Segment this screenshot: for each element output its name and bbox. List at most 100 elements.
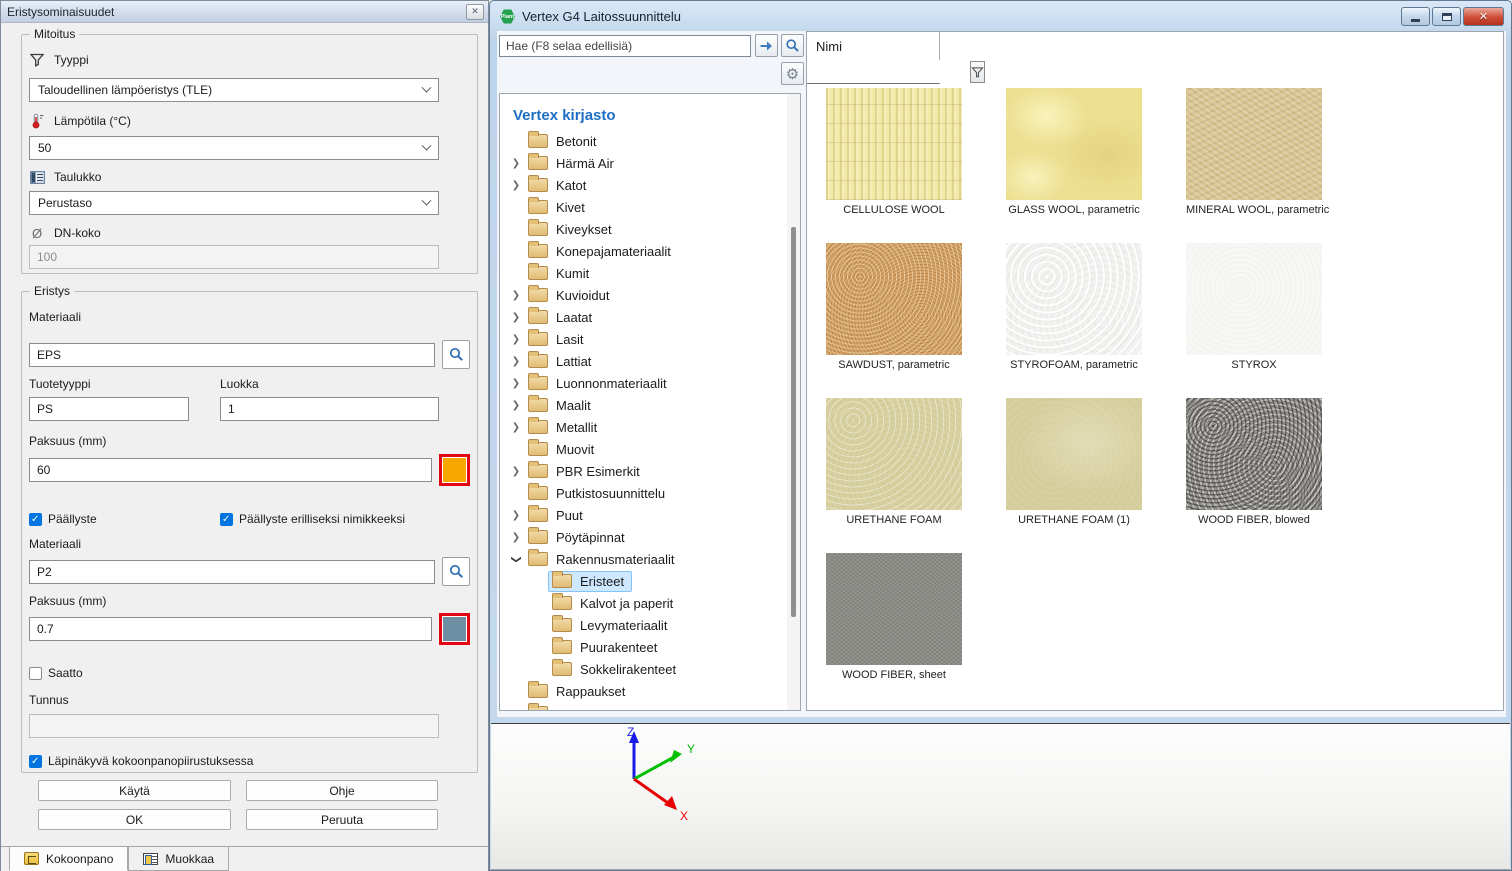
- tree-item[interactable]: ❯ Lattiat: [500, 350, 800, 372]
- chevron-icon[interactable]: ❯: [508, 290, 524, 301]
- luokka-input[interactable]: [220, 397, 439, 421]
- paallyste-erillinen-checkbox[interactable]: Päällyste erilliseksi nimikkeeksi: [220, 512, 405, 526]
- material-thumbnail[interactable]: [1006, 88, 1142, 200]
- chevron-icon[interactable]: ❯: [508, 510, 524, 521]
- tree-scrollbar[interactable]: [787, 94, 800, 710]
- tree-item[interactable]: ❯ Pöytäpinnat: [500, 526, 800, 548]
- material-thumbnail[interactable]: [826, 243, 962, 355]
- tree-item[interactable]: Levymateriaalit: [500, 614, 800, 636]
- material-thumbnail[interactable]: [1186, 243, 1322, 355]
- chevron-icon[interactable]: ❯: [508, 532, 524, 543]
- tree-item[interactable]: Eristeet: [500, 570, 800, 592]
- close-button[interactable]: [1463, 7, 1504, 26]
- material-thumbnail[interactable]: [1186, 398, 1322, 510]
- material-item[interactable]: MINERAL WOOL, parametric: [1186, 88, 1366, 243]
- material-thumbnail[interactable]: [826, 398, 962, 510]
- tree-item[interactable]: Kalvot ja paperit: [500, 592, 800, 614]
- tree-item[interactable]: Rappaukset: [500, 680, 800, 702]
- tree-item[interactable]: Betonit: [500, 130, 800, 152]
- tree-item[interactable]: ❯ Metallit: [500, 416, 800, 438]
- material-search-button[interactable]: [442, 340, 470, 369]
- search-go-button[interactable]: [755, 34, 778, 57]
- tree-item[interactable]: ❯ Luonnonmateriaalit: [500, 372, 800, 394]
- scrollbar-thumb[interactable]: [791, 227, 796, 617]
- dialog-titlebar[interactable]: Eristysominaisuudet: [1, 1, 488, 23]
- material-item[interactable]: CELLULOSE WOOL: [826, 88, 1006, 243]
- saatto-checkbox[interactable]: Saatto: [29, 666, 83, 680]
- chevron-icon[interactable]: ❯: [508, 334, 524, 345]
- material-item[interactable]: GLASS WOOL, parametric: [1006, 88, 1186, 243]
- tree-item[interactable]: ❯ Laatat: [500, 306, 800, 328]
- tab-kokoonpano[interactable]: Kokoonpano: [9, 847, 128, 871]
- material-thumbnail[interactable]: [1006, 243, 1142, 355]
- tree-item[interactable]: Kiveykset: [500, 218, 800, 240]
- maximize-button[interactable]: [1432, 7, 1461, 26]
- chevron-icon[interactable]: ❯: [508, 466, 524, 477]
- lapinakyva-checkbox[interactable]: Läpinäkyvä kokoonpanopiirustuksessa: [29, 754, 253, 768]
- search-input[interactable]: [499, 35, 751, 57]
- paallyste-checkbox[interactable]: Päällyste: [29, 512, 190, 526]
- name-filter-input[interactable]: [807, 60, 970, 83]
- lampotila-select[interactable]: 50: [29, 136, 439, 160]
- peruuta-button[interactable]: Peruuta: [246, 809, 438, 830]
- ok-button[interactable]: OK: [38, 809, 231, 830]
- vertex-plant-logo-icon: Plant: [500, 9, 515, 24]
- chevron-icon[interactable]: ❯: [508, 356, 524, 367]
- chevron-icon[interactable]: ❯: [508, 400, 524, 411]
- search-button[interactable]: [781, 34, 804, 57]
- materiaali-input[interactable]: [29, 343, 435, 367]
- chevron-icon[interactable]: ❯: [508, 180, 524, 191]
- coating-color-swatch[interactable]: [439, 613, 471, 645]
- coating-paksuus-input[interactable]: [29, 617, 432, 641]
- material-item[interactable]: SAWDUST, parametric: [826, 243, 1006, 398]
- tree-item[interactable]: Putkistosuunnittelu: [500, 482, 800, 504]
- material-item[interactable]: STYROX: [1186, 243, 1366, 398]
- window-titlebar[interactable]: Plant Vertex G4 Laitossuunnittelu: [491, 3, 1510, 30]
- tree-item[interactable]: ❯ Lasit: [500, 328, 800, 350]
- tree-item[interactable]: ❯ Härmä Air: [500, 152, 800, 174]
- name-column-header[interactable]: Nimi: [807, 32, 940, 84]
- chevron-icon[interactable]: ❯: [508, 422, 524, 433]
- tree-item[interactable]: Konepajamateriaalit: [500, 240, 800, 262]
- tree-item[interactable]: ❯ Puut: [500, 504, 800, 526]
- tree-item[interactable]: ❯ Rakennusmateriaalit: [500, 548, 800, 570]
- gear-icon[interactable]: [781, 62, 804, 85]
- coating-search-button[interactable]: [442, 557, 470, 586]
- tree-item[interactable]: Sokkelirakenteet: [500, 658, 800, 680]
- tuotetyyppi-input[interactable]: [29, 397, 189, 421]
- ohje-button[interactable]: Ohje: [246, 780, 438, 801]
- tree-item[interactable]: ❯ Kuvioidut: [500, 284, 800, 306]
- tree-item[interactable]: Kumit: [500, 262, 800, 284]
- tree-item[interactable]: Kivet: [500, 196, 800, 218]
- material-thumbnail[interactable]: [826, 553, 962, 665]
- chevron-icon[interactable]: ❯: [511, 551, 522, 567]
- material-item[interactable]: URETHANE FOAM (1): [1006, 398, 1186, 553]
- close-icon[interactable]: [466, 4, 484, 20]
- tree-item[interactable]: ❯ PBR Esimerkit: [500, 460, 800, 482]
- chevron-icon[interactable]: ❯: [508, 378, 524, 389]
- material-thumbnail[interactable]: [1186, 88, 1322, 200]
- paksuus-input[interactable]: [29, 458, 432, 482]
- material-item[interactable]: STYROFOAM, parametric: [1006, 243, 1186, 398]
- chevron-icon[interactable]: ❯: [508, 158, 524, 169]
- material-item[interactable]: WOOD FIBER, sheet: [826, 553, 1006, 708]
- material-thumbnail[interactable]: [826, 88, 962, 200]
- tree-item[interactable]: [500, 702, 800, 711]
- chevron-icon[interactable]: ❯: [508, 312, 524, 323]
- tyyppi-select[interactable]: Taloudellinen lämpöeristys (TLE): [29, 78, 439, 102]
- tree-item[interactable]: Puurakenteet: [500, 636, 800, 658]
- tree-item[interactable]: ❯ Katot: [500, 174, 800, 196]
- taulukko-select[interactable]: Perustaso: [29, 191, 439, 215]
- model-viewport[interactable]: Z Y X: [491, 723, 1510, 870]
- tab-muokkaa[interactable]: Muokkaa: [128, 847, 229, 871]
- minimize-button[interactable]: [1401, 7, 1430, 26]
- kayta-button[interactable]: Käytä: [38, 780, 231, 801]
- filter-funnel-button[interactable]: [970, 61, 985, 83]
- material-item[interactable]: WOOD FIBER, blowed: [1186, 398, 1366, 553]
- coating-materiaali-input[interactable]: [29, 560, 435, 584]
- insulation-color-swatch[interactable]: [439, 454, 471, 486]
- material-thumbnail[interactable]: [1006, 398, 1142, 510]
- material-item[interactable]: URETHANE FOAM: [826, 398, 1006, 553]
- tree-item[interactable]: ❯ Maalit: [500, 394, 800, 416]
- tree-item[interactable]: Muovit: [500, 438, 800, 460]
